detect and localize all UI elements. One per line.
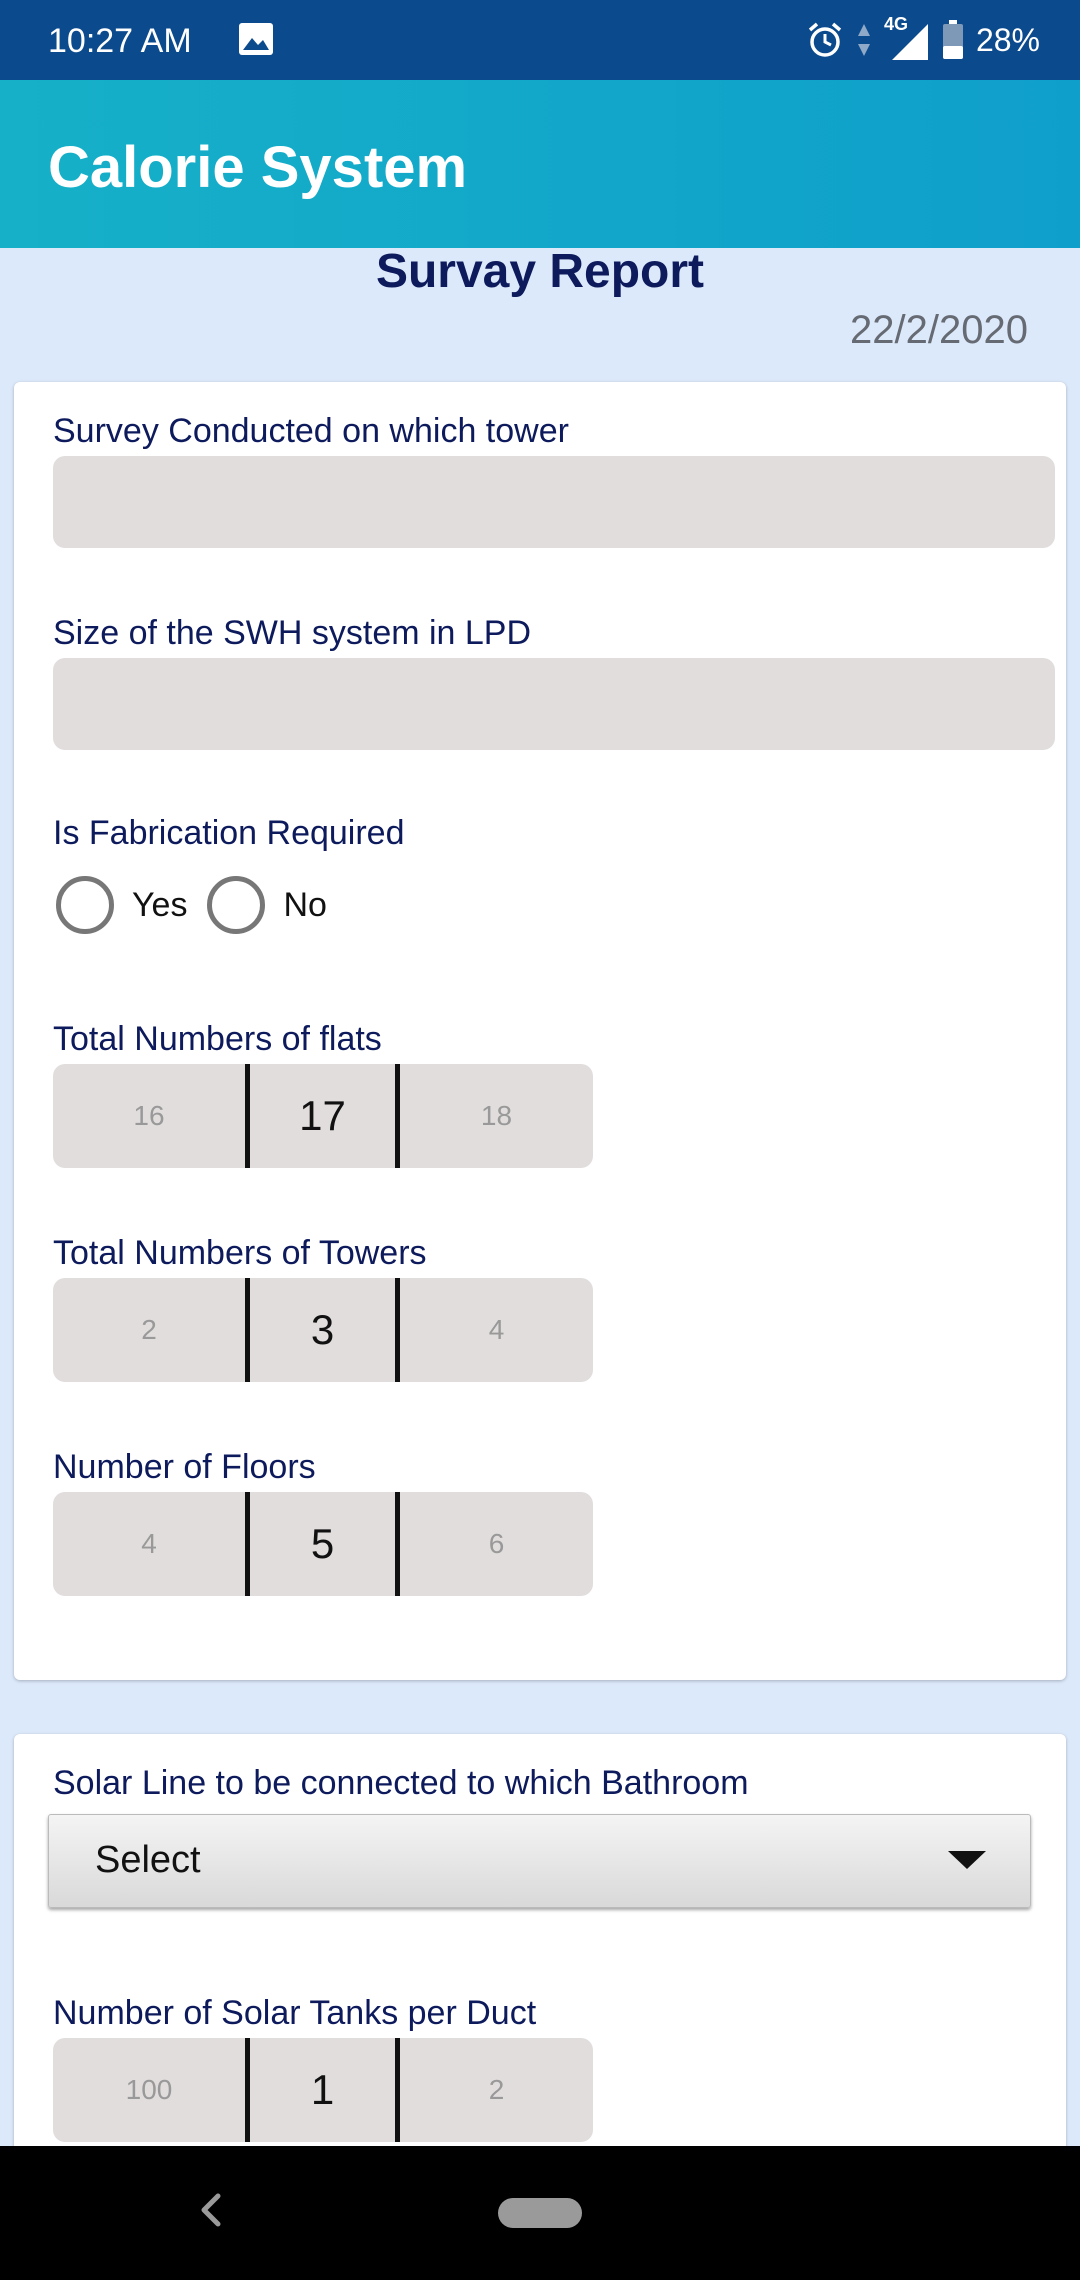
swh-size-input[interactable]: [53, 658, 1055, 750]
dropdown-selected-value: Select: [95, 1839, 201, 1881]
fabrication-radio-group: Yes No: [56, 876, 347, 934]
survey-card: Survey Conducted on which tower Size of …: [14, 382, 1066, 1680]
picker-current-value: 17: [299, 1092, 346, 1139]
floors-label: Number of Floors: [53, 1448, 316, 1486]
towers-picker[interactable]: 2 3 4: [53, 1278, 593, 1382]
bathroom-label: Solar Line to be connected to which Bath…: [53, 1764, 749, 1802]
navigation-bar: [0, 2146, 1080, 2280]
report-date: 22/2/2020: [850, 308, 1028, 352]
flats-picker[interactable]: 16 17 18: [53, 1064, 593, 1168]
picker-prev-value[interactable]: 16: [53, 1064, 245, 1168]
floors-picker[interactable]: 4 5 6: [53, 1492, 593, 1596]
data-arrows-icon: [857, 24, 870, 56]
app-bar: Calorie System: [0, 80, 1080, 248]
home-pill-button[interactable]: [498, 2198, 582, 2228]
picker-current-value: 1: [310, 2066, 335, 2113]
towers-label: Total Numbers of Towers: [53, 1234, 427, 1272]
status-icons: 4G 28%: [806, 14, 1040, 62]
picker-next-value[interactable]: 4: [400, 1278, 593, 1382]
dropdown-arrow-icon: [948, 1851, 986, 1869]
swh-size-label: Size of the SWH system in LPD: [53, 614, 532, 652]
image-icon: [239, 23, 273, 55]
picker-next-value[interactable]: 18: [400, 1064, 593, 1168]
battery-level: 28%: [975, 21, 1040, 58]
tower-label: Survey Conducted on which tower: [53, 412, 569, 450]
picker-prev-value[interactable]: 2: [53, 1278, 245, 1382]
picker-current-value: 3: [310, 1306, 335, 1353]
picker-next-value[interactable]: 6: [400, 1492, 593, 1596]
picker-next-value[interactable]: 2: [400, 2038, 593, 2142]
picker-current-value: 5: [310, 1520, 335, 1567]
alarm-icon: [808, 22, 842, 57]
radio-yes-label[interactable]: Yes: [132, 886, 187, 925]
tanks-label: Number of Solar Tanks per Duct: [53, 1994, 537, 2032]
report-title: Survay Report: [375, 245, 705, 298]
signal-icon: 4G: [884, 14, 930, 60]
radio-yes[interactable]: [56, 876, 114, 934]
app-title: Calorie System: [48, 135, 468, 200]
picker-prev-value[interactable]: 100: [53, 2038, 245, 2142]
status-time: 10:27 AM: [48, 22, 192, 60]
fabrication-label: Is Fabrication Required: [53, 814, 405, 852]
radio-no[interactable]: [207, 876, 266, 934]
tower-input[interactable]: [53, 456, 1055, 548]
picker-prev-value[interactable]: 4: [53, 1492, 245, 1596]
battery-icon: [942, 20, 963, 59]
flats-label: Total Numbers of flats: [53, 1020, 382, 1058]
radio-no-label[interactable]: No: [283, 886, 326, 925]
status-bar: 10:27 AM 4G 28%: [0, 0, 1080, 80]
bathroom-dropdown[interactable]: Select: [48, 1814, 1031, 1908]
tanks-picker[interactable]: 100 1 2: [53, 2038, 593, 2142]
back-icon[interactable]: [190, 2180, 230, 2240]
